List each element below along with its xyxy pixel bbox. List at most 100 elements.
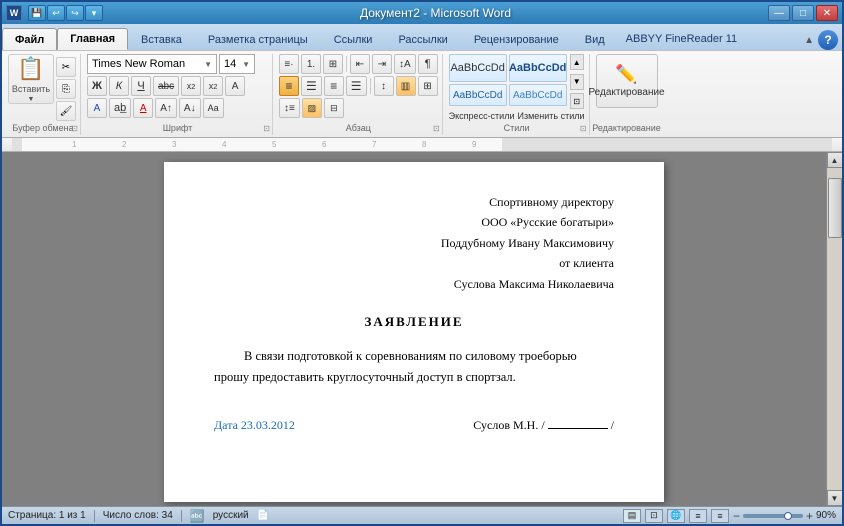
italic-button[interactable]: К bbox=[109, 76, 129, 96]
sort-button[interactable]: ↕A bbox=[394, 54, 416, 74]
increase-indent-button[interactable]: ⇥ bbox=[372, 54, 392, 74]
format-painter-button[interactable]: 🖌 bbox=[56, 101, 76, 121]
numbering-button[interactable]: 1. bbox=[301, 54, 321, 74]
tab-layout[interactable]: Разметка страницы bbox=[195, 28, 321, 50]
tab-abbyy[interactable]: ABBYY FineReader 11 bbox=[618, 28, 746, 50]
change-styles-button[interactable]: Изменить стили bbox=[518, 111, 585, 121]
shrink-font-button[interactable]: A↓ bbox=[179, 98, 201, 118]
tab-references[interactable]: Ссылки bbox=[321, 28, 386, 50]
ruler: 1 2 3 4 5 6 7 8 9 bbox=[2, 138, 842, 152]
undo-button[interactable]: ↩ bbox=[47, 5, 65, 21]
tab-file[interactable]: Файл bbox=[2, 28, 57, 50]
save-button[interactable]: 💾 bbox=[28, 5, 46, 21]
highlight-button[interactable]: ab̲ bbox=[109, 98, 131, 118]
strikethrough-button[interactable]: abc bbox=[153, 76, 179, 96]
font-expand-icon[interactable]: ⊡ bbox=[263, 124, 270, 133]
scroll-thumb[interactable] bbox=[828, 178, 842, 238]
justify-button[interactable]: ☰ bbox=[346, 76, 367, 96]
minimize-button[interactable]: — bbox=[768, 5, 790, 21]
bold-button[interactable]: Ж bbox=[87, 76, 107, 96]
tab-home[interactable]: Главная bbox=[57, 28, 128, 50]
styles-more[interactable]: ⊡ bbox=[570, 93, 584, 109]
line-spacing-button[interactable]: ↕ bbox=[374, 76, 394, 96]
clipboard-expand-icon[interactable]: ⊡ bbox=[71, 124, 78, 133]
multilevel-list-button[interactable]: ⊞ bbox=[323, 54, 343, 74]
editing-button[interactable]: ✏️ Редактирование bbox=[596, 54, 658, 108]
document-page[interactable]: Спортивному директору ООО «Русские богат… bbox=[164, 162, 664, 502]
tab-review[interactable]: Рецензирование bbox=[461, 28, 572, 50]
close-button[interactable]: ✕ bbox=[816, 5, 838, 21]
para-shading2-button[interactable]: ▨ bbox=[302, 98, 322, 118]
shading-button[interactable]: ▥ bbox=[396, 76, 416, 96]
underline-button[interactable]: Ч bbox=[131, 76, 151, 96]
document-body: В связи подготовкой к соревнованиям по с… bbox=[214, 346, 614, 389]
styles-expand-icon[interactable]: ⊡ bbox=[580, 124, 587, 133]
redo-button[interactable]: ↪ bbox=[66, 5, 84, 21]
maximize-button[interactable]: □ bbox=[792, 5, 814, 21]
window-title: Документ2 - Microsoft Word bbox=[103, 6, 768, 20]
editing-group-label: Редактирование bbox=[592, 123, 662, 133]
para-spacing-button[interactable]: ↕≡ bbox=[279, 98, 300, 118]
zoom-in-button[interactable]: + bbox=[806, 509, 813, 523]
spell-check-icon[interactable]: 🔤 bbox=[190, 509, 205, 523]
vertical-scrollbar[interactable]: ▲ ▼ bbox=[826, 152, 842, 506]
align-right-button[interactable]: ≡ bbox=[324, 76, 344, 96]
help-button[interactable]: ? bbox=[818, 30, 838, 50]
cut-button[interactable]: ✂ bbox=[56, 57, 76, 77]
status-sep-2 bbox=[181, 510, 182, 522]
title-bar: W 💾 ↩ ↪ ▾ Документ2 - Microsoft Word — □… bbox=[2, 2, 842, 24]
tab-mailings[interactable]: Рассылки bbox=[385, 28, 460, 50]
zoom-out-button[interactable]: − bbox=[733, 509, 740, 523]
bullets-button[interactable]: ≡· bbox=[279, 54, 299, 74]
view-web-button[interactable]: 🌐 bbox=[667, 509, 685, 523]
view-print-button[interactable]: ▤ bbox=[623, 509, 641, 523]
tab-insert[interactable]: Вставка bbox=[128, 28, 195, 50]
style-preview-normal[interactable]: AaBbCcDd bbox=[449, 54, 507, 82]
clear-format-button[interactable]: A bbox=[225, 76, 245, 96]
font-color-button[interactable]: A bbox=[133, 98, 153, 118]
scroll-up-button[interactable]: ▲ bbox=[827, 152, 843, 168]
align-center-button[interactable]: ☰ bbox=[301, 76, 322, 96]
subscript-button[interactable]: x2 bbox=[181, 76, 201, 96]
zoom-bar: − + 90% bbox=[733, 509, 836, 523]
word-icon: W bbox=[6, 5, 22, 21]
styles-scroll-up[interactable]: ▲ bbox=[570, 54, 584, 70]
styles-scroll-down[interactable]: ▼ bbox=[570, 74, 584, 90]
superscript-button[interactable]: x2 bbox=[203, 76, 223, 96]
tab-view[interactable]: Вид bbox=[572, 28, 618, 50]
grow-font-button[interactable]: A↑ bbox=[155, 98, 177, 118]
view-outline-button[interactable]: ≡ bbox=[689, 509, 707, 523]
signature-area: Суслов М.Н. / / bbox=[473, 418, 614, 433]
zoom-slider[interactable] bbox=[743, 514, 803, 518]
editing-label: Редактирование bbox=[588, 87, 664, 98]
style-preview-h3[interactable]: AaBbCcDd bbox=[509, 84, 567, 106]
borders-button[interactable]: ⊞ bbox=[418, 76, 438, 96]
addressee-line-5: Суслова Максима Николаевича bbox=[214, 274, 614, 294]
copy-button[interactable]: ⎘ bbox=[56, 79, 76, 99]
paste-label: Вставить bbox=[12, 84, 50, 94]
scroll-down-button[interactable]: ▼ bbox=[827, 490, 843, 506]
paragraph-group-label: Абзац bbox=[275, 123, 442, 133]
scroll-track[interactable] bbox=[827, 168, 843, 490]
ribbon-collapse-button[interactable]: ▲ bbox=[804, 35, 814, 46]
paste-button[interactable]: 📋 Вставить ▼ bbox=[8, 54, 54, 104]
change-case-button[interactable]: Aa bbox=[203, 98, 224, 118]
show-marks-button[interactable]: ¶ bbox=[418, 54, 438, 74]
style-preview-h2[interactable]: AaBbCcDd bbox=[449, 84, 507, 106]
paragraph-expand-icon[interactable]: ⊡ bbox=[433, 124, 440, 133]
addressee-line-2: ООО «Русские богатыри» bbox=[214, 212, 614, 232]
align-left-button[interactable]: ≡ bbox=[279, 76, 299, 96]
document-area[interactable]: Спортивному директору ООО «Русские богат… bbox=[2, 152, 826, 506]
language-icon[interactable]: 📄 bbox=[257, 510, 269, 521]
customize-qat-button[interactable]: ▾ bbox=[85, 5, 103, 21]
font-name-selector[interactable]: Times New Roman ▼ bbox=[87, 54, 217, 74]
font-size-selector[interactable]: 14 ▼ bbox=[219, 54, 255, 74]
view-fullscreen-button[interactable]: ⊡ bbox=[645, 509, 663, 523]
para-border2-button[interactable]: ⊟ bbox=[324, 98, 344, 118]
view-draft-button[interactable]: ≡ bbox=[711, 509, 729, 523]
decrease-indent-button[interactable]: ⇤ bbox=[350, 54, 370, 74]
express-styles-button[interactable]: Экспресс-стили bbox=[449, 111, 515, 121]
zoom-slider-thumb[interactable] bbox=[784, 512, 792, 520]
style-preview-h1[interactable]: AaBbCcDd bbox=[509, 54, 567, 82]
text-effects-button[interactable]: A bbox=[87, 98, 107, 118]
